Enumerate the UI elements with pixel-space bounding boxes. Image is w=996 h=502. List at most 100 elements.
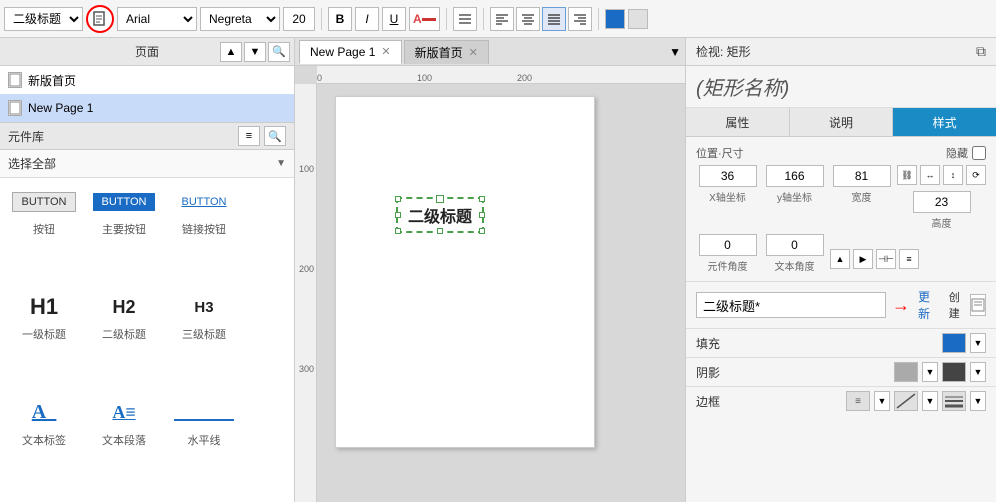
component-item-text-a[interactable]: A_ 文本标签 (8, 397, 80, 494)
lock-ratio-button[interactable]: ⛓ (897, 165, 917, 185)
handle-br (479, 228, 485, 234)
right-header-icon[interactable]: ⧉ (976, 43, 986, 60)
tab-xinban[interactable]: 新版首页 ✕ (404, 40, 489, 64)
border-color-box[interactable] (894, 391, 918, 411)
comp-btn-blue: BUTTON (93, 193, 154, 211)
right-panel-header: 检视: 矩形 ⧉ (686, 38, 996, 66)
divider4 (598, 8, 599, 30)
tab-new-page-1[interactable]: New Page 1 ✕ (299, 40, 402, 64)
fill-dropdown-button[interactable]: ▼ (970, 333, 986, 353)
tab-attributes[interactable]: 属性 (686, 108, 790, 136)
component-item-h3[interactable]: H3 三级标题 (168, 291, 240, 388)
list-button[interactable] (453, 7, 477, 31)
border-width-box[interactable] (942, 391, 966, 411)
pages-header-label: 页面 (135, 43, 159, 60)
border-controls: ≡ ▼ ▼ ▼ (846, 391, 986, 411)
page-item-active[interactable]: New Page 1 (0, 94, 294, 122)
handle-mr (479, 212, 485, 218)
h-field: ⛓ ↔ ↕ ⟳ 高度 (897, 165, 986, 230)
shadow-color-box2[interactable] (942, 362, 966, 382)
flip-h-button[interactable]: ↔ (920, 165, 940, 185)
border-dropdown-button3[interactable]: ▼ (970, 391, 986, 411)
font-family-select[interactable]: ArialArialTimes New RomanHelvetica (117, 7, 197, 31)
move-down-button[interactable]: ▼ (244, 42, 266, 62)
w-field: 宽度 (830, 165, 893, 230)
fill-color-box[interactable] (942, 333, 966, 353)
comp-preview-h3: H3 (170, 291, 238, 323)
tab-style[interactable]: 样式 (893, 108, 996, 136)
w-input[interactable] (833, 165, 891, 187)
text-angle-input[interactable] (766, 234, 824, 256)
angle-btn4[interactable]: ≡ (899, 249, 919, 269)
underline-button[interactable]: U (382, 7, 406, 31)
angle-input[interactable] (699, 234, 757, 256)
italic-button[interactable]: I (355, 7, 379, 31)
border-dropdown-button1[interactable]: ▼ (874, 391, 890, 411)
handle-bl (395, 228, 401, 234)
bold-button[interactable]: B (328, 7, 352, 31)
canvas-element[interactable]: 二级标题 (396, 197, 484, 233)
font-size-input[interactable] (283, 7, 315, 31)
tab-close-xinban[interactable]: ✕ (469, 46, 478, 59)
align-justify-button[interactable] (542, 7, 566, 31)
component-item-btn-link[interactable]: BUTTON 链接按钮 (168, 186, 240, 283)
color-swatch-gray[interactable] (628, 9, 648, 29)
component-menu-button[interactable]: ≡ (238, 126, 260, 146)
shadow-color-box1[interactable] (894, 362, 918, 382)
tab-close-new-page-1[interactable]: ✕ (381, 45, 390, 58)
hide-label: 隐藏 (946, 145, 968, 161)
hide-checkbox[interactable] (972, 146, 986, 160)
border-dropdown-button2[interactable]: ▼ (922, 391, 938, 411)
component-item-text-b[interactable]: A≡ 文本段落 (88, 397, 160, 494)
right-header-title: 检视: 矩形 (696, 43, 751, 60)
y-input[interactable] (766, 165, 824, 187)
font-variant-select[interactable]: NegretaNegretaNormalItalic (200, 7, 280, 31)
zoom-button[interactable]: 🔍 (268, 42, 290, 62)
font-color-button[interactable]: A (409, 7, 440, 31)
component-item-btn-blue[interactable]: BUTTON 主要按钮 (88, 186, 160, 283)
components-icons: ≡ 🔍 (238, 126, 286, 146)
select-all-row[interactable]: 选择全部 ▼ (0, 150, 294, 178)
angle-btn1[interactable]: ▲ (830, 249, 850, 269)
tabs-dropdown-button[interactable]: ▼ (669, 45, 681, 59)
ruler-mark-200: 200 (517, 73, 532, 83)
shadow-dropdown-button1[interactable]: ▼ (922, 362, 938, 382)
component-item-h2[interactable]: H2 二级标题 (88, 291, 160, 388)
angle-btn2[interactable]: ▶ (853, 249, 873, 269)
component-item-btn-gray[interactable]: BUTTON 按钮 (8, 186, 80, 283)
comp-label-btn-blue: 主要按钮 (102, 221, 146, 237)
update-button[interactable]: 更新 (918, 288, 935, 322)
shadow-dropdown-button2[interactable]: ▼ (970, 362, 986, 382)
h-input[interactable] (913, 191, 971, 213)
flip-v-button[interactable]: ↕ (943, 165, 963, 185)
align-right-button[interactable] (568, 7, 592, 31)
props-tabs: 属性 说明 样式 (686, 108, 996, 137)
border-style-box[interactable]: ≡ (846, 391, 870, 411)
shadow-label: 阴影 (696, 364, 726, 381)
canvas-wrapper[interactable]: 0 100 200 100 200 300 二级标题 (295, 66, 685, 502)
fill-label: 填充 (696, 335, 726, 352)
style-select[interactable]: 二级标题二级标题一级标题三级标题正文 (4, 7, 83, 31)
style-name-input[interactable] (696, 292, 886, 318)
component-item-line[interactable]: 水平线 (168, 397, 240, 494)
comp-h2: H2 (112, 297, 135, 318)
ruler-tick-200: 200 (299, 264, 314, 274)
angle-grid: 元件角度 文本角度 ▲ ▶ ⊣⊢ ≡ (696, 234, 986, 273)
h-label: 高度 (932, 215, 952, 230)
color-swatch-blue[interactable] (605, 9, 625, 29)
component-search-button[interactable]: 🔍 (264, 126, 286, 146)
component-item-h1[interactable]: H1 一级标题 (8, 291, 80, 388)
ruler-tick-100: 100 (299, 164, 314, 174)
align-left-button[interactable] (490, 7, 514, 31)
reset-button[interactable]: ⟳ (966, 165, 986, 185)
tab-description[interactable]: 说明 (790, 108, 894, 136)
move-up-button[interactable]: ▲ (220, 42, 242, 62)
x-input[interactable] (699, 165, 757, 187)
create-icon-button[interactable] (970, 294, 986, 316)
align-center-button[interactable] (516, 7, 540, 31)
page-icon-button[interactable] (86, 5, 114, 33)
page-item[interactable]: 新版首页 (0, 66, 294, 94)
angle-btn3[interactable]: ⊣⊢ (876, 249, 896, 269)
tabs-bar: New Page 1 ✕ 新版首页 ✕ ▼ (295, 38, 685, 66)
canvas-element-wrapper[interactable]: 二级标题 (396, 197, 484, 233)
